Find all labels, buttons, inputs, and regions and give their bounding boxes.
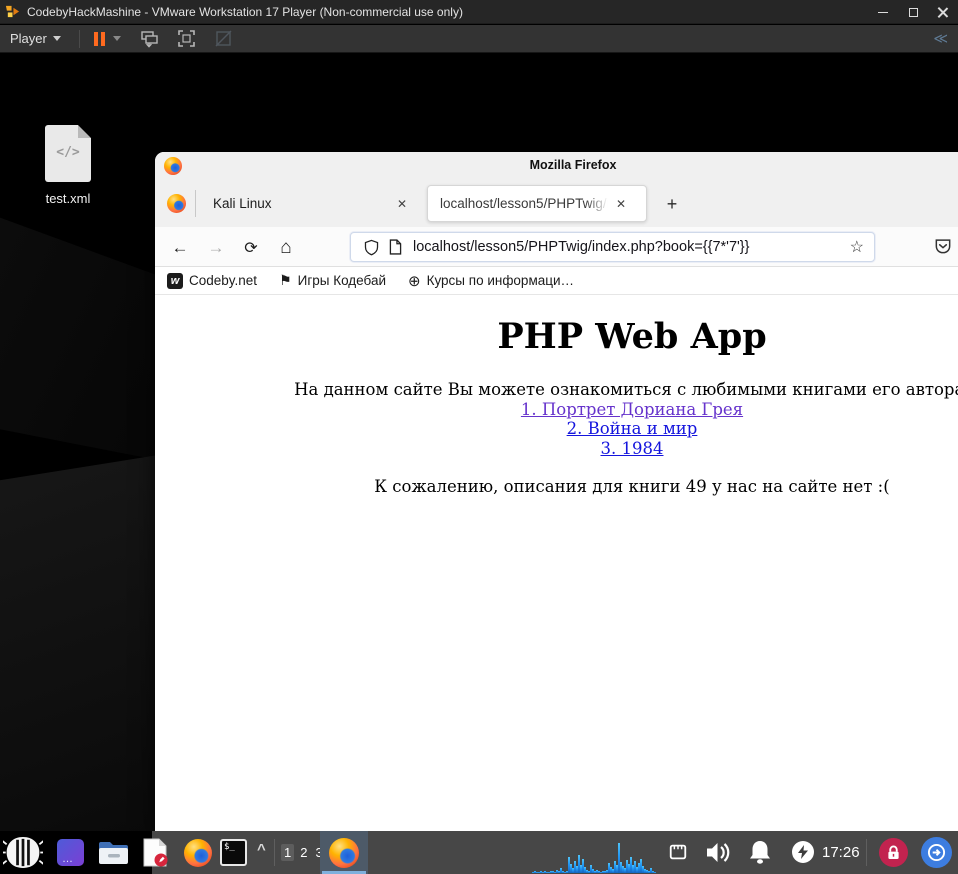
xml-file-icon: </>: [45, 125, 91, 182]
book-link-2[interactable]: 2. Война и мир: [155, 419, 958, 439]
bookmark-codeby[interactable]: w Codeby.net: [167, 272, 258, 289]
notifications-bell-icon[interactable]: [747, 839, 773, 866]
taskbar: … $_ ^ 1 2 3 4: [0, 831, 958, 874]
bookmarks-toolbar: w Codeby.net ⚑ Игры Кодебай ⊕ Курсы по и…: [155, 267, 958, 295]
player-menu-button[interactable]: Player: [0, 25, 71, 52]
tab-bar: Kali Linux ✕ localhost/lesson5/PHPTwig/i…: [155, 180, 958, 227]
vmware-window-title: CodebyHackMashine - VMware Workstation 1…: [27, 4, 463, 19]
page-title: PHP Web App: [497, 316, 767, 357]
firefox-window: Mozilla Firefox Kali Linux ✕ localhost/l…: [155, 152, 958, 831]
maximize-button[interactable]: [898, 0, 928, 24]
not-found-message: К сожалению, описания для книги 49 у нас…: [374, 477, 890, 496]
suspend-dropdown-icon[interactable]: [112, 36, 121, 41]
web-page-content: PHP Web App На данном сайте Вы можете оз…: [155, 295, 958, 831]
tab-label: Kali Linux: [213, 196, 272, 211]
lock-screen-button[interactable]: [879, 838, 908, 867]
tab-kali-linux[interactable]: Kali Linux ✕: [201, 180, 419, 227]
back-button[interactable]: ←: [167, 235, 193, 261]
codeby-icon: w: [167, 272, 183, 289]
navigation-toolbar: ← → ⟳ ⌂ localhost/lesson5/PHPTwig/index.…: [155, 227, 958, 267]
firefox-view-icon[interactable]: [167, 194, 186, 213]
pocket-icon[interactable]: [933, 236, 953, 256]
code-glyph: </>: [56, 145, 80, 160]
firefox-titlebar[interactable]: Mozilla Firefox: [155, 152, 958, 180]
desktop-file-test-xml[interactable]: </> test.xml: [28, 125, 108, 206]
close-button[interactable]: [928, 0, 958, 24]
url-text[interactable]: localhost/lesson5/PHPTwig/index.php?book…: [413, 239, 844, 255]
reload-button[interactable]: ⟳: [238, 235, 264, 261]
home-button[interactable]: ⌂: [273, 235, 299, 261]
url-bar[interactable]: localhost/lesson5/PHPTwig/index.php?book…: [350, 232, 875, 262]
panel-divider: [866, 839, 867, 866]
firefox-launcher-icon[interactable]: [184, 839, 212, 867]
volume-icon[interactable]: [704, 839, 732, 866]
workspace-1[interactable]: 1: [281, 844, 295, 861]
clock[interactable]: 17:26: [822, 831, 860, 874]
show-desktop-icon[interactable]: …: [57, 839, 84, 866]
panel-chevron-up-icon[interactable]: ^: [257, 841, 266, 858]
page-info-icon[interactable]: [388, 239, 403, 255]
power-manager-icon[interactable]: [792, 841, 814, 863]
unity-mode-icon: [215, 30, 232, 47]
firefox-icon: [329, 837, 359, 868]
bookmark-courses[interactable]: ⊕ Курсы по информаци…: [408, 272, 574, 290]
tab-close-icon[interactable]: ✕: [397, 197, 407, 211]
intro-text: На данном сайте Вы можете ознакомиться с…: [294, 380, 958, 399]
new-tab-button[interactable]: +: [660, 192, 684, 216]
player-menu-label: Player: [10, 31, 47, 46]
suspend-button[interactable]: [88, 31, 111, 46]
minimize-button[interactable]: [868, 0, 898, 24]
book-link-1[interactable]: 1. Портрет Дориана Грея: [155, 400, 958, 420]
bookmark-label: Codeby.net: [189, 273, 258, 288]
fullscreen-icon[interactable]: [177, 29, 196, 48]
tab-label: localhost/lesson5/PHPTwig/in: [440, 196, 608, 211]
tab-divider: [195, 190, 196, 217]
firefox-window-title: Mozilla Firefox: [529, 158, 617, 172]
dots-icon: …: [62, 853, 74, 865]
network-status-icon[interactable]: [668, 842, 688, 862]
file-manager-icon[interactable]: [98, 840, 130, 866]
taskbar-firefox-window-button[interactable]: [320, 831, 368, 874]
send-ctrl-alt-del-icon[interactable]: [140, 29, 159, 48]
globe-icon: ⊕: [408, 272, 421, 290]
logout-button[interactable]: [921, 837, 952, 868]
book-link-3[interactable]: 3. 1984: [155, 439, 958, 459]
firefox-logo-icon: [164, 157, 182, 175]
text-editor-icon[interactable]: [142, 838, 169, 868]
tab-localhost-active[interactable]: localhost/lesson5/PHPTwig/in ✕: [427, 185, 647, 222]
vmware-toolbar: Player ≪: [0, 25, 958, 53]
desktop: </> test.xml Mozilla Firefox Kali Linux …: [0, 53, 958, 831]
workspace-2[interactable]: 2: [298, 844, 309, 861]
vmware-player-icon: [5, 5, 20, 18]
bookmark-star-icon[interactable]: ☆: [850, 237, 864, 257]
kali-menu-icon[interactable]: [3, 835, 43, 870]
chevron-down-icon: [52, 36, 61, 41]
bookmark-games[interactable]: ⚑ Игры Кодебай: [279, 272, 386, 289]
tracking-protection-shield-icon[interactable]: [363, 239, 380, 256]
network-graph[interactable]: [532, 835, 658, 873]
desktop-file-label: test.xml: [45, 191, 91, 206]
toolbar-divider: [78, 29, 80, 48]
bookmark-label: Игры Кодебай: [297, 273, 386, 288]
bookmark-label: Курсы по информаци…: [426, 273, 575, 288]
vm-screen: CodebyHackMashine - VMware Workstation 1…: [0, 0, 958, 874]
collapse-toolbar-button[interactable]: ≪: [933, 30, 948, 47]
flag-icon: ⚑: [279, 272, 292, 288]
tab-close-icon[interactable]: ✕: [616, 197, 626, 211]
vmware-titlebar: CodebyHackMashine - VMware Workstation 1…: [0, 0, 958, 24]
panel-divider: [274, 839, 275, 866]
terminal-launcher-icon[interactable]: $_: [220, 839, 247, 866]
forward-button[interactable]: →: [203, 235, 229, 261]
